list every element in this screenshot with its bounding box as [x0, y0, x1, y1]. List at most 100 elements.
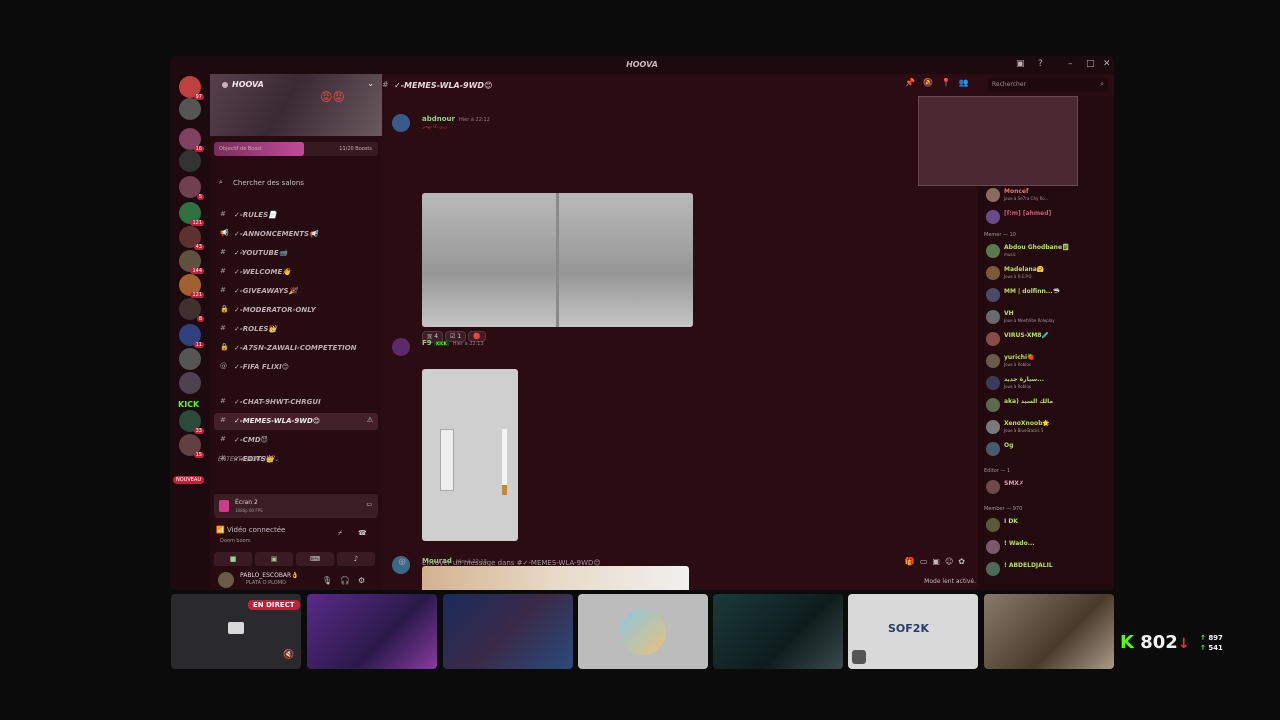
noise-icon[interactable]: ⌿	[338, 529, 342, 538]
channel-type-icon: 📢	[220, 229, 229, 237]
member-activity: Joue à Roblox	[1004, 384, 1032, 389]
server-icon[interactable]	[179, 372, 201, 394]
stream-preview-thumbnail[interactable]	[918, 96, 1078, 186]
upvotes: ↑ 897	[1200, 634, 1223, 642]
activity-button[interactable]: ⌨	[296, 552, 334, 566]
message-input[interactable]: Envoyer un message dans #✓-MEMES-WLA-9WD…	[422, 559, 601, 567]
server-icon[interactable]: 15	[179, 434, 204, 458]
header-toolbar: 📌🔕📍👥	[905, 78, 977, 87]
channel-name: ✓-WELCOME👋	[234, 268, 291, 276]
channel-search[interactable]: ⌕ Chercher des salons	[214, 178, 378, 192]
microphone-icon[interactable]: 🎙	[322, 576, 332, 585]
channel-item[interactable]: # ✓-YOUTUBE📹	[214, 245, 378, 262]
channel-name: ✓-ANNONCEMENTS📢	[234, 230, 318, 238]
avatar[interactable]	[392, 338, 410, 356]
screen-tile[interactable]: EN DIRECT 🔇	[171, 594, 301, 669]
share-screen-button[interactable]: ▣	[255, 552, 293, 566]
attachment-image[interactable]	[422, 193, 693, 327]
avatar[interactable]	[392, 114, 410, 132]
notification-icon[interactable]: ⚠	[367, 416, 373, 424]
webcam-tile[interactable]	[984, 594, 1114, 669]
author-name: abdnour	[422, 115, 455, 123]
muted-icon[interactable]	[852, 650, 866, 664]
channel-item[interactable]: # ✓-CMD😈	[214, 432, 378, 449]
message-author[interactable]: abdnour Hier à 22:12	[422, 115, 490, 123]
minimize-icon[interactable]: –	[1068, 59, 1073, 69]
channel-item[interactable]: @ ✓-FIFA FLIXI😊	[214, 359, 378, 376]
members-icon[interactable]: 👥	[959, 78, 977, 87]
server-icon[interactable]: 5	[179, 176, 204, 200]
upvote-count: 897	[1208, 634, 1223, 642]
message-composer[interactable]: ⊕ Envoyer un message dans #✓-MEMES-WLA-9…	[394, 552, 974, 574]
pin-icon[interactable]: 📌	[905, 78, 923, 87]
member-name: MM | dolfinn...🦈	[1004, 288, 1061, 295]
channel-item[interactable]: # ✓-MEMES-WLA-9WD😊 ⚠	[214, 413, 378, 430]
add-attachment-icon[interactable]: ⊕	[398, 557, 406, 568]
settings-icon[interactable]: ⚙	[358, 576, 365, 585]
screen-share-item[interactable]: Écran 2 1080p 60 FPS ▭	[214, 494, 378, 518]
server-icon[interactable]: 121	[179, 202, 204, 226]
channel-item[interactable]: # ✓-CHAT-9HWT-CHRGUI	[214, 394, 378, 411]
unread-badge: 43	[193, 244, 204, 250]
live-badge: EN DIRECT	[248, 600, 300, 610]
server-icon[interactable]: 43	[179, 226, 204, 250]
server-icon[interactable]: 11	[179, 324, 204, 348]
channel-name: ✓-GIVEAWAYS🎉	[234, 287, 298, 295]
server-icon[interactable]	[179, 98, 201, 120]
webcam-tile[interactable]	[713, 594, 843, 669]
kick-server-label[interactable]: KICK	[178, 400, 199, 409]
soundboard-button[interactable]: ♪	[337, 552, 375, 566]
disconnect-icon[interactable]: ☎	[358, 529, 367, 537]
webcam-tile[interactable]	[307, 594, 437, 669]
screen-icon	[228, 622, 244, 634]
unread-badge: 15	[193, 452, 204, 458]
server-icon[interactable]: 144	[179, 250, 204, 274]
voice-panel: Écran 2 1080p 60 FPS ▭ 📶 Vidéo connectée…	[210, 494, 382, 566]
server-icon[interactable]: 97	[179, 76, 204, 100]
channel-item[interactable]: # ✓-WELCOME👋	[214, 264, 378, 281]
server-icon[interactable]	[179, 150, 201, 172]
avatar	[986, 480, 1000, 494]
muted-icon[interactable]: 🔇	[283, 650, 294, 660]
channel-item[interactable]: # ✓-EDITS👑	[214, 451, 378, 468]
pinned-icon[interactable]: 📍	[941, 78, 959, 87]
channel-item[interactable]: # ✓-RULES📄	[214, 207, 378, 224]
channel-item[interactable]: # ✓-GIVEAWAYS🎉	[214, 283, 378, 300]
popout-icon[interactable]: ▭	[366, 501, 372, 508]
channel-item[interactable]: 📢 ✓-ANNONCEMENTS📢	[214, 226, 378, 243]
help-icon[interactable]: ?	[1038, 59, 1043, 69]
server-icon[interactable]: 33	[179, 410, 204, 434]
server-icon[interactable]	[179, 348, 201, 370]
server-banner[interactable]: HOOVA 😡😡 ⌄	[210, 74, 382, 136]
server-icon[interactable]: 121	[179, 274, 204, 298]
camera-button[interactable]: ■	[214, 552, 252, 566]
arrow-down-icon: ↓	[1177, 636, 1190, 652]
channel-item[interactable]: 🔒 ✓-A7SN-ZAWALI-COMPETETION	[214, 340, 378, 357]
channel-type-icon: 🔒	[220, 343, 229, 351]
attachment-image[interactable]	[422, 369, 518, 541]
avatar	[986, 518, 1000, 532]
kick-logo-icon: K	[1120, 632, 1134, 653]
channel-item[interactable]: # ✓-ROLES👑	[214, 321, 378, 338]
channel-item[interactable]: 🔒 ✓-MODERATOR-ONLY	[214, 302, 378, 319]
avatar-tile[interactable]	[578, 594, 708, 669]
channel-name: ✓-CHAT-9HWT-CHRGUI	[234, 398, 321, 406]
inbox-icon[interactable]: ▣	[1016, 59, 1025, 69]
unread-badge: 144	[190, 268, 204, 274]
server-icon[interactable]: 8	[179, 298, 204, 322]
slow-mode-label: Mode lent activé.	[924, 578, 976, 585]
search-input[interactable]: Rechercher ⌕	[988, 78, 1108, 92]
mute-icon[interactable]: 🔕	[923, 78, 941, 87]
avatar[interactable]	[218, 572, 234, 588]
webcam-tile[interactable]	[443, 594, 573, 669]
logo-tile[interactable]: SOF2K	[848, 594, 978, 669]
maximize-icon[interactable]: □	[1086, 59, 1095, 69]
member-name: Og	[1004, 442, 1014, 449]
message-author[interactable]: F9 KICK Hier à 22:13	[422, 339, 484, 347]
headset-icon[interactable]: 🎧	[340, 576, 350, 585]
composer-tools[interactable]: 🎁▭▣☺✿	[905, 557, 970, 566]
chevron-down-icon[interactable]: ⌄	[367, 79, 374, 88]
boost-goal[interactable]: Objectif de Boost 11/20 Boosts	[214, 142, 378, 156]
server-icon[interactable]: 16	[179, 128, 204, 152]
close-icon[interactable]: ✕	[1103, 59, 1111, 69]
